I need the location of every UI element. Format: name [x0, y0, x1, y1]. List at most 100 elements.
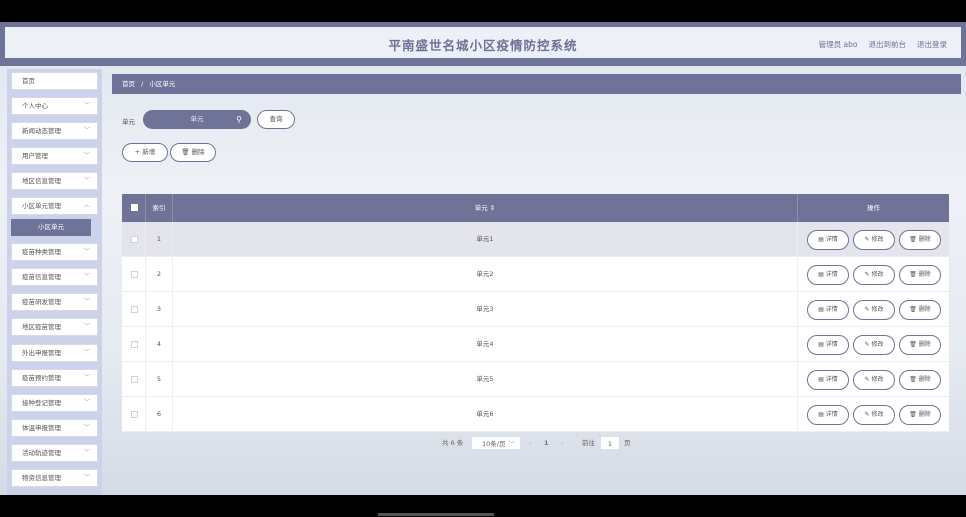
- row-index: 6: [146, 397, 173, 431]
- sidebar-item-outing[interactable]: 外出申报管理 ﹀: [11, 344, 98, 362]
- edit-button[interactable]: ✎ 修改: [853, 265, 895, 285]
- delete-button[interactable]: 🗑 删除: [899, 405, 941, 425]
- delete-button[interactable]: 🗑 删除: [899, 335, 941, 355]
- row-select-cell: [122, 257, 146, 291]
- row-checkbox[interactable]: [131, 271, 138, 278]
- page-number-current[interactable]: 1: [544, 436, 554, 450]
- search-placeholder: 单元: [190, 115, 204, 123]
- delete-label: 删除: [918, 236, 931, 243]
- sidebar-subitem-unit[interactable]: 小区单元: [11, 219, 91, 236]
- edit-button[interactable]: ✎ 修改: [853, 230, 895, 250]
- sidebar-item-label: 新闻动态管理: [22, 127, 61, 135]
- sidebar-item-news[interactable]: 新闻动态管理 ﹀: [11, 122, 98, 140]
- detail-button[interactable]: ▤ 详情: [807, 405, 849, 425]
- top-bar: 平南盛世名城小区疫情防控系统 管理员 abo 退出到前台 退出登录: [0, 22, 966, 66]
- row-checkbox[interactable]: [131, 411, 138, 418]
- sidebar-item-vaccine-info[interactable]: 疫苗信息管理 ﹀: [11, 268, 98, 286]
- row-checkbox[interactable]: [131, 376, 138, 383]
- table-row[interactable]: 3 单元3 ▤ 详情 ✎ 修改 🗑 删除: [122, 292, 949, 327]
- next-page-button[interactable]: ›: [561, 436, 569, 450]
- detail-button[interactable]: ▤ 详情: [807, 335, 849, 355]
- goto-page-input[interactable]: 1: [600, 436, 620, 450]
- trash-icon: 🗑: [909, 271, 917, 278]
- delete-label: 删除: [918, 376, 931, 383]
- detail-button[interactable]: ▤ 详情: [807, 370, 849, 390]
- delete-label: 删除: [918, 341, 931, 348]
- table-row[interactable]: 1 单元1 ▤ 详情 ✎ 修改 🗑 删除: [122, 222, 949, 257]
- detail-button[interactable]: ▤ 详情: [807, 230, 849, 250]
- sidebar-item-users[interactable]: 用户管理 ﹀: [11, 147, 98, 165]
- row-select-cell: [122, 362, 146, 396]
- chevron-down-icon: ﹀: [83, 349, 90, 356]
- table-row[interactable]: 6 单元6 ▤ 详情 ✎ 修改 🗑 删除: [122, 397, 949, 432]
- add-button[interactable]: + 新增: [122, 143, 168, 162]
- app-title: 平南盛世名城小区疫情防控系统: [388, 38, 578, 53]
- breadcrumb-home[interactable]: 首页: [122, 80, 135, 88]
- sidebar-item-temperature[interactable]: 体温申报管理 ﹀: [11, 419, 98, 437]
- row-operations: ▤ 详情 ✎ 修改 🗑 删除: [798, 327, 949, 361]
- chevron-down-icon: ﹀: [83, 177, 90, 184]
- logout-link[interactable]: 退出登录: [917, 39, 947, 50]
- sidebar-item-unit-mgmt[interactable]: 小区单元管理 ︿: [11, 197, 98, 215]
- pagination-total: 共 6 条: [442, 439, 464, 447]
- sidebar-item-vaccine-rd[interactable]: 疫苗研发管理 ﹀: [11, 293, 98, 311]
- delete-button[interactable]: 🗑 删除: [899, 265, 941, 285]
- sidebar-item-home[interactable]: 首页: [11, 72, 98, 90]
- search-input[interactable]: 单元 ⚲: [143, 110, 251, 129]
- sidebar-item-region-vaccine[interactable]: 地区疫苗管理 ﹀: [11, 318, 98, 336]
- edit-button[interactable]: ✎ 修改: [853, 405, 895, 425]
- edit-icon: ✎: [864, 236, 870, 243]
- prev-page-button[interactable]: ‹: [529, 436, 537, 450]
- detail-label: 详情: [825, 306, 838, 313]
- row-operations: ▤ 详情 ✎ 修改 🗑 删除: [798, 257, 949, 291]
- row-operations: ▤ 详情 ✎ 修改 🗑 删除: [798, 397, 949, 431]
- row-checkbox[interactable]: [131, 306, 138, 313]
- sidebar-item-booking[interactable]: 疫苗预约管理 ﹀: [11, 369, 98, 387]
- sidebar-item-label: 活动轨迹管理: [22, 449, 61, 457]
- batch-delete-button[interactable]: 🗑 删除: [170, 143, 216, 162]
- row-unit: 单元6: [173, 397, 798, 431]
- detail-button[interactable]: ▤ 详情: [807, 265, 849, 285]
- row-unit: 单元5: [173, 362, 798, 396]
- sidebar-item-trajectory[interactable]: 活动轨迹管理 ﹀: [11, 444, 98, 462]
- edit-icon: ✎: [864, 341, 870, 348]
- row-operations: ▤ 详情 ✎ 修改 🗑 删除: [798, 292, 949, 326]
- exit-to-frontend-link[interactable]: 退出到前台: [869, 39, 907, 50]
- row-checkbox[interactable]: [131, 236, 138, 243]
- table-row[interactable]: 4 单元4 ▤ 详情 ✎ 修改 🗑 删除: [122, 327, 949, 362]
- app-screen: 平南盛世名城小区疫情防控系统 管理员 abo 退出到前台 退出登录 首页 个人中…: [0, 22, 966, 495]
- header-unit[interactable]: 单元 ⇕: [173, 194, 798, 222]
- delete-button[interactable]: 🗑 删除: [899, 370, 941, 390]
- select-all-checkbox[interactable]: [131, 204, 138, 211]
- chevron-up-icon: ︿: [83, 202, 90, 209]
- row-unit: 单元1: [173, 222, 798, 256]
- detail-button[interactable]: ▤ 详情: [807, 300, 849, 320]
- chevron-down-icon: ﹀: [83, 102, 90, 109]
- chevron-down-icon: ﹀: [83, 127, 90, 134]
- query-button[interactable]: 查询: [257, 110, 295, 129]
- sidebar-item-supplies[interactable]: 物资信息管理 ﹀: [11, 469, 98, 487]
- delete-button[interactable]: 🗑 删除: [899, 230, 941, 250]
- edit-button[interactable]: ✎ 修改: [853, 300, 895, 320]
- delete-button[interactable]: 🗑 删除: [899, 300, 941, 320]
- sidebar-item-personal[interactable]: 个人中心 ﹀: [11, 97, 98, 115]
- sidebar-item-region[interactable]: 地区信息管理 ﹀: [11, 172, 98, 190]
- page-size-select[interactable]: 10条/页 ﹀: [471, 436, 521, 450]
- table-row[interactable]: 5 单元5 ▤ 详情 ✎ 修改 🗑 删除: [122, 362, 949, 397]
- chevron-down-icon: ﹀: [83, 152, 90, 159]
- row-checkbox[interactable]: [131, 341, 138, 348]
- row-select-cell: [122, 292, 146, 326]
- sidebar: 首页 个人中心 ﹀ 新闻动态管理 ﹀ 用户管理 ﹀ 地区信息管理 ﹀ 小区单元管理 ︿ 小…: [7, 69, 102, 495]
- edit-button[interactable]: ✎ 修改: [853, 335, 895, 355]
- row-operations: ▤ 详情 ✎ 修改 🗑 删除: [798, 222, 949, 256]
- edit-button[interactable]: ✎ 修改: [853, 370, 895, 390]
- sidebar-item-label: 疫苗种类管理: [22, 248, 61, 256]
- sidebar-item-inoculation[interactable]: 接种登记管理 ﹀: [11, 394, 98, 412]
- bottom-indicator: [378, 513, 494, 516]
- sidebar-item-label: 地区信息管理: [22, 177, 61, 185]
- table-row[interactable]: 2 单元2 ▤ 详情 ✎ 修改 🗑 删除: [122, 257, 949, 292]
- sidebar-item-label: 疫苗预约管理: [22, 374, 61, 382]
- sidebar-item-vaccine-type[interactable]: 疫苗种类管理 ﹀: [11, 243, 98, 261]
- chevron-down-icon: ﹀: [83, 474, 90, 481]
- trash-icon: 🗑: [909, 376, 917, 383]
